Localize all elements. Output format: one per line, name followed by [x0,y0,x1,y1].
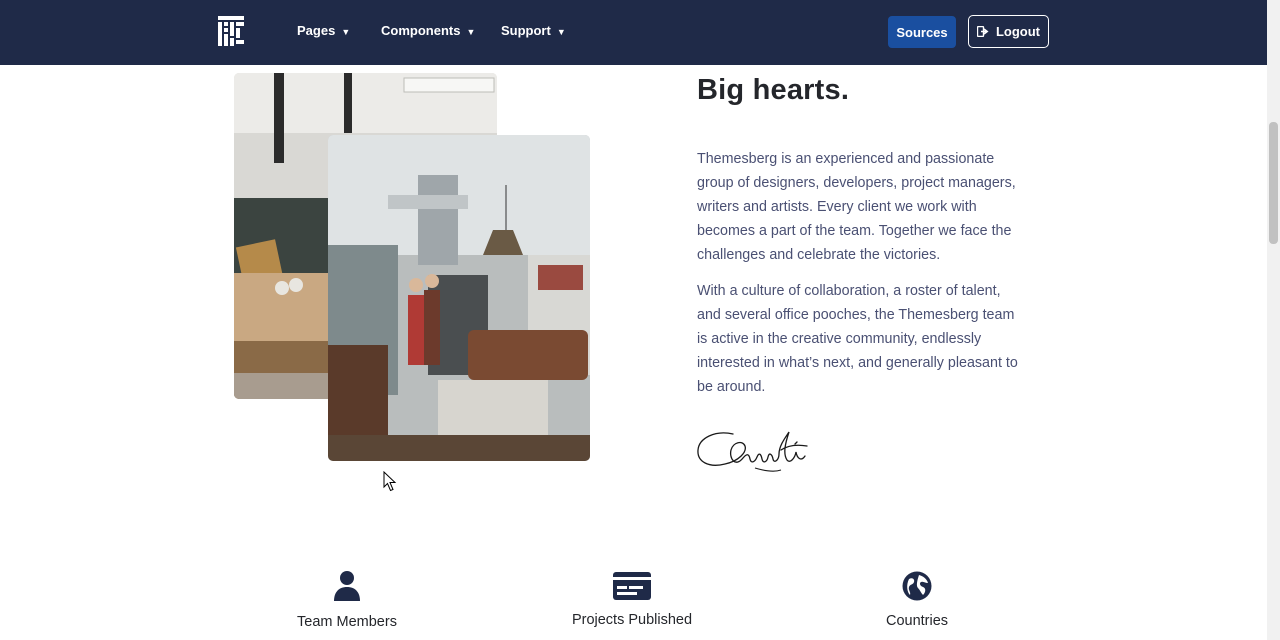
sources-button[interactable]: Sources [888,16,956,48]
nav-support-label: Support [501,23,551,38]
nav-support[interactable]: Support ▼ [501,23,566,38]
sign-out-icon [976,26,989,37]
chevron-down-icon: ▼ [556,26,566,37]
nav-components-label: Components [381,23,461,38]
stat-label: Team Members [297,614,397,630]
user-icon [334,571,360,601]
chevron-down-icon: ▼ [466,26,476,37]
logout-button-label: Logout [995,24,1041,39]
mouse-cursor-icon [383,471,397,492]
signature-image [697,431,808,472]
logout-button[interactable]: Logout [968,15,1049,48]
navbar: Pages ▼ Components ▼ Support ▼ Sources L… [0,0,1267,65]
credit-card-icon [613,572,651,600]
section-title: Big hearts. [697,74,850,106]
chevron-down-icon: ▼ [341,26,351,37]
stat-countries: Countries [817,570,1017,629]
about-paragraph-1: Themesberg is an experienced and passion… [697,151,1016,263]
nav-pages[interactable]: Pages ▼ [297,23,350,38]
office-photo-front [328,135,590,461]
stat-label: Projects Published [571,612,693,628]
nav-pages-label: Pages [297,23,336,38]
nav-components[interactable]: Components ▼ [381,23,475,38]
brand-logo[interactable] [218,16,244,46]
stat-label: Countries [885,613,949,629]
scrollbar-thumb[interactable] [1269,122,1278,244]
stat-team-members: Team Members [247,570,447,630]
stat-projects-published: Projects Published [532,570,732,628]
sources-button-label: Sources [896,24,948,40]
globe-icon [902,571,932,601]
about-paragraph-2: With a culture of collaboration, a roste… [697,283,1018,395]
scrollbar-track[interactable] [1267,0,1280,640]
